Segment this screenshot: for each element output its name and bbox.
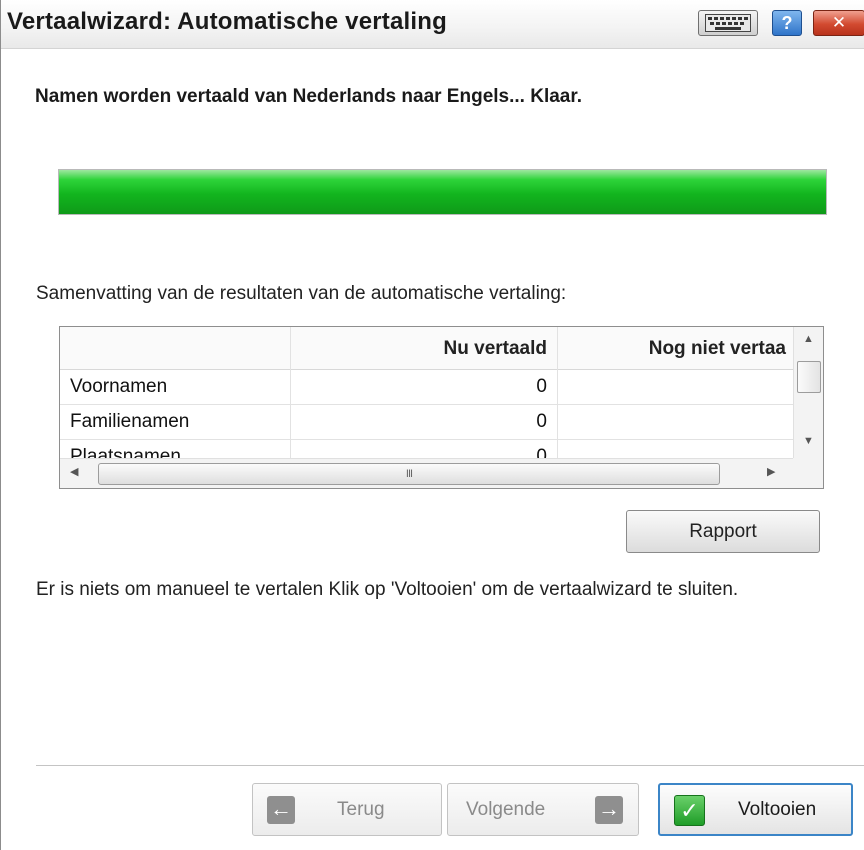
report-button[interactable]: Rapport (626, 510, 820, 553)
finish-button[interactable]: ✓ Voltooien (658, 783, 853, 836)
row-now-translated: 0 (291, 439, 558, 459)
horizontal-scroll-thumb[interactable]: III (98, 463, 720, 485)
progress-bar (58, 169, 827, 215)
close-button[interactable]: ✕ (813, 10, 864, 36)
status-heading: Namen worden vertaald van Nederlands naa… (35, 86, 582, 107)
table-row[interactable]: Voornamen 0 (60, 369, 794, 405)
scrollbar-corner (793, 458, 823, 488)
row-not-yet-translated (558, 369, 794, 404)
window-title: Vertaalwizard: Automatische vertaling (7, 8, 447, 35)
next-button-label: Volgende (466, 799, 546, 820)
next-button[interactable]: Volgende → (447, 783, 639, 836)
keyboard-icon (705, 14, 751, 32)
keyboard-button[interactable] (698, 10, 758, 36)
column-header-now-translated[interactable]: Nu vertaald (291, 327, 558, 369)
info-text: Er is niets om manueel te vertalen Klik … (36, 579, 739, 600)
table-row[interactable]: Plaatsnamen 0 (60, 439, 794, 459)
row-not-yet-translated (558, 404, 794, 439)
table-row[interactable]: Familienamen 0 (60, 404, 794, 440)
checkmark-icon: ✓ (674, 795, 705, 826)
scroll-left-icon[interactable]: ◀ (70, 465, 78, 478)
row-name: Voornamen (60, 369, 291, 404)
horizontal-scrollbar[interactable]: ◀ III ▶ (60, 458, 794, 488)
row-name: Familienamen (60, 404, 291, 439)
help-button[interactable]: ? (772, 10, 802, 36)
back-button-label: Terug (337, 799, 385, 820)
row-not-yet-translated (558, 439, 794, 459)
scroll-up-icon[interactable]: ▲ (794, 333, 823, 345)
translation-wizard-window: Vertaalwizard: Automatische vertaling ? … (0, 0, 864, 850)
column-header-name[interactable] (60, 327, 291, 369)
row-now-translated: 0 (291, 369, 558, 404)
arrow-right-icon: → (595, 796, 623, 824)
row-name: Plaatsnamen (60, 439, 291, 459)
column-header-not-yet-translated[interactable]: Nog niet vertaa (558, 327, 794, 369)
vertical-scroll-thumb[interactable] (797, 361, 821, 393)
scroll-right-icon[interactable]: ▶ (767, 465, 775, 478)
progress-fill (59, 170, 826, 214)
table-header: Nu vertaald Nog niet vertaa (60, 327, 794, 370)
back-button[interactable]: ← Terug (252, 783, 442, 836)
results-table: Nu vertaald Nog niet vertaa Voornamen 0 … (59, 326, 824, 489)
summary-label: Samenvatting van de resultaten van de au… (36, 283, 567, 304)
scroll-down-icon[interactable]: ▼ (794, 435, 823, 447)
row-now-translated: 0 (291, 404, 558, 439)
footer-divider (36, 765, 864, 766)
results-grid: Nu vertaald Nog niet vertaa Voornamen 0 … (60, 327, 794, 459)
vertical-scrollbar[interactable]: ▲ ▼ (793, 327, 823, 459)
finish-button-label: Voltooien (738, 799, 817, 820)
arrow-left-icon: ← (267, 796, 295, 824)
title-bar: Vertaalwizard: Automatische vertaling ? … (1, 0, 864, 49)
